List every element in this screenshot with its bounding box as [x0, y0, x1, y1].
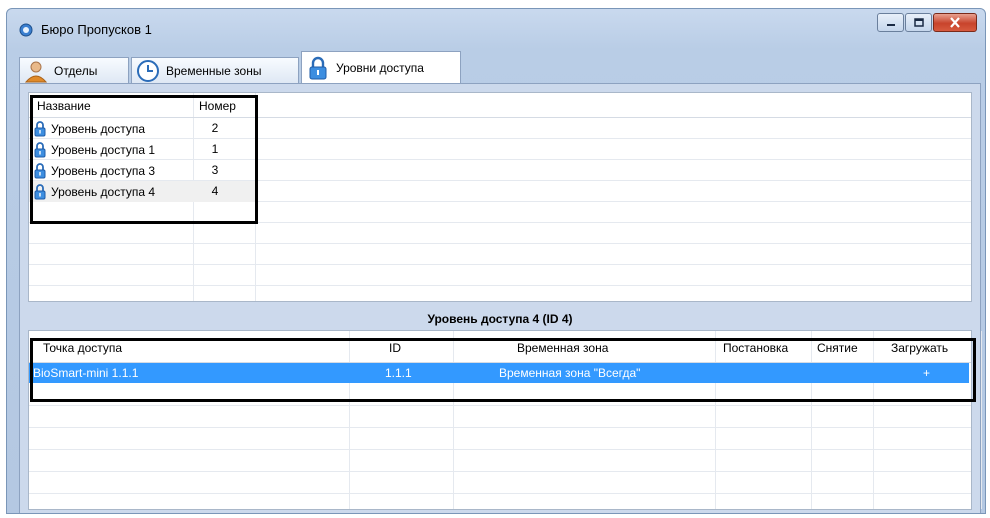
maximize-icon — [913, 18, 924, 27]
tab-label: Отделы — [54, 63, 98, 78]
row-divider — [29, 405, 971, 406]
highlight-frame-points — [30, 338, 976, 402]
app-icon — [19, 23, 33, 37]
close-icon — [950, 17, 960, 28]
app-window: Бюро Пропусков 1 Отделы Временные зоны У… — [6, 8, 986, 514]
title-bar[interactable]: Бюро Пропусков 1 — [7, 9, 985, 45]
highlight-frame-levels — [30, 95, 258, 224]
row-divider — [29, 285, 971, 286]
tab-access-levels[interactable]: Уровни доступа — [301, 51, 461, 83]
close-button[interactable] — [933, 13, 977, 32]
padlock-icon — [309, 56, 327, 79]
tab-departments[interactable]: Отделы — [19, 57, 129, 83]
row-divider — [29, 471, 971, 472]
row-divider — [29, 243, 971, 244]
tab-content: Название Номер Уровень доступа 2 Уровень… — [19, 83, 982, 513]
tab-label: Уровни доступа — [336, 60, 424, 75]
tab-time-zones[interactable]: Временные зоны — [131, 57, 299, 83]
column-divider — [981, 331, 982, 509]
row-divider — [29, 449, 971, 450]
person-icon — [24, 61, 48, 82]
row-divider — [29, 493, 971, 494]
window-controls — [876, 13, 977, 32]
row-divider — [29, 427, 971, 428]
row-divider — [29, 264, 971, 265]
selected-level-caption: Уровень доступа 4 (ID 4) — [427, 312, 573, 326]
minimize-icon — [886, 23, 895, 26]
window-title: Бюро Пропусков 1 — [41, 22, 152, 37]
minimize-button[interactable] — [877, 13, 904, 32]
tab-label: Временные зоны — [166, 63, 262, 78]
maximize-button[interactable] — [905, 13, 932, 32]
clock-icon — [137, 59, 159, 82]
